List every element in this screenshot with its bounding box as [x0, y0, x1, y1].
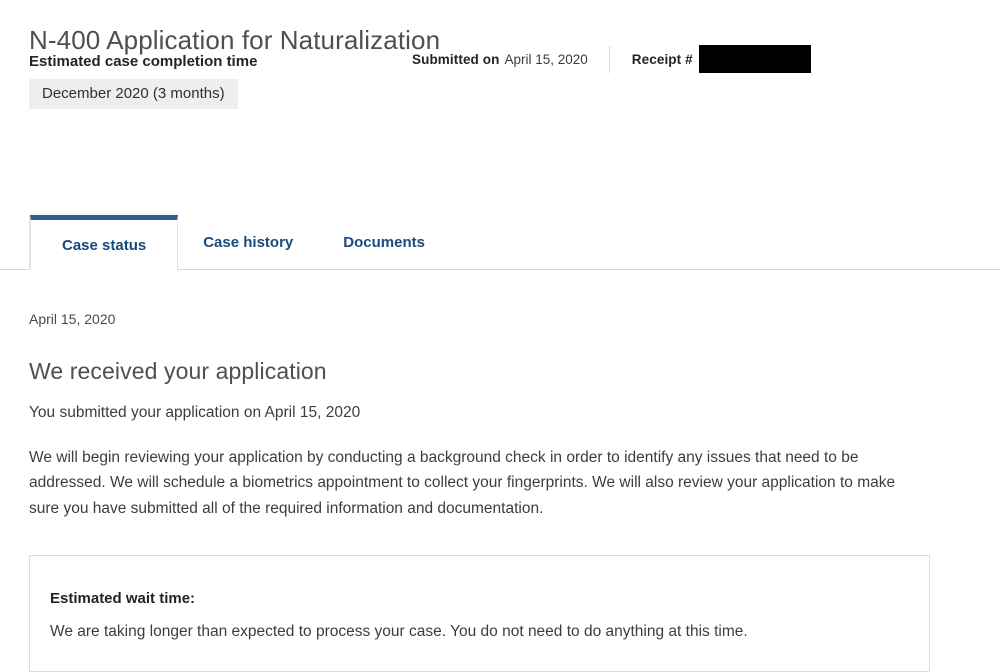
status-description-paragraph: We will begin reviewing your application…	[29, 448, 896, 517]
submitted-on-label: Submitted on	[412, 51, 500, 67]
tabs-left-stub	[0, 215, 30, 270]
estimated-wait-time-title: Estimated wait time:	[50, 590, 196, 607]
receipt-number-label: Receipt #	[631, 51, 693, 67]
estimated-wait-time-text: We are taking longer than expected to pr…	[50, 623, 748, 640]
status-submitted-line: You submitted your application on April …	[29, 403, 361, 421]
estimated-wait-time-panel: Estimated wait time: We are taking longe…	[29, 555, 930, 672]
estimated-completion-label: Estimated case completion time	[29, 53, 258, 70]
status-heading: We received your application	[29, 358, 327, 385]
tab-case-status-label: Case status	[62, 236, 147, 254]
tab-documents-label: Documents	[343, 234, 425, 251]
tablist: Case status Case history Documents	[30, 215, 450, 270]
tab-documents[interactable]: Documents	[318, 215, 450, 270]
case-header: N-400 Application for Naturalization Est…	[0, 0, 1000, 210]
case-meta-row: Submitted on April 15, 2020 Receipt #	[412, 45, 811, 73]
case-tabs: Case status Case history Documents	[0, 215, 1000, 271]
estimated-completion-value-chip: December 2020 (3 months)	[29, 79, 238, 109]
tab-case-status[interactable]: Case status	[30, 215, 179, 270]
submitted-on-value: April 15, 2020	[504, 51, 588, 67]
receipt-number-redaction	[698, 45, 811, 73]
meta-divider	[608, 45, 610, 73]
status-date: April 15, 2020	[29, 311, 116, 327]
tab-case-history-label: Case history	[203, 234, 294, 251]
tab-case-history[interactable]: Case history	[178, 215, 318, 270]
